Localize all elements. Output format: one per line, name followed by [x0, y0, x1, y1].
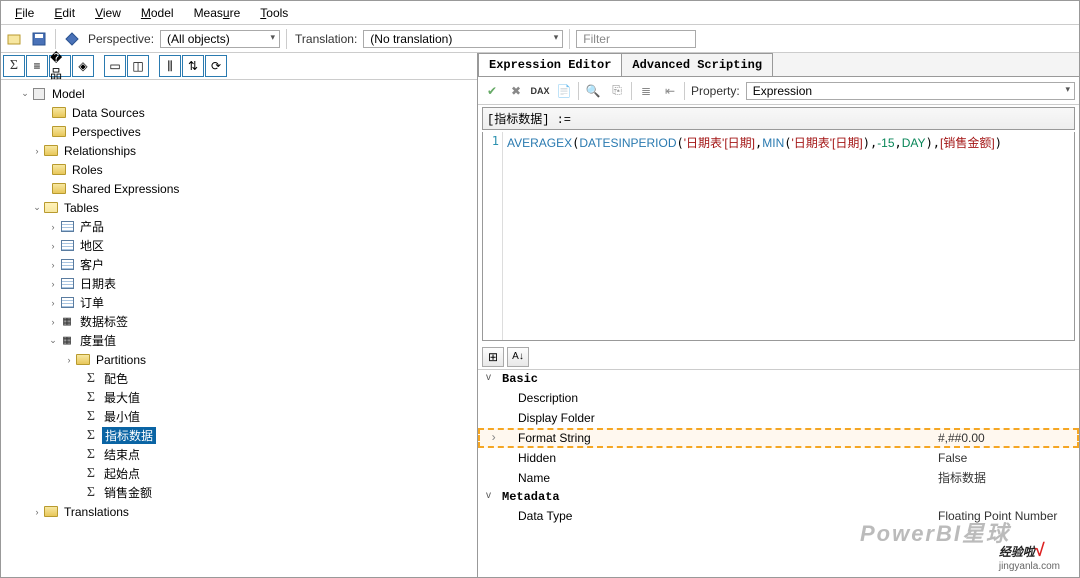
- editor-tabs: Expression Editor Advanced Scripting: [478, 53, 1079, 77]
- categorized-icon[interactable]: ⊞: [482, 347, 504, 367]
- separator: [55, 29, 56, 49]
- menu-tools[interactable]: Tools: [250, 4, 298, 22]
- dax-format-icon[interactable]: DAX: [530, 81, 550, 101]
- watermark-logo: 经验啦√ jingyanla.com: [999, 540, 1060, 572]
- filter1-icon[interactable]: ▭: [104, 55, 126, 77]
- prop-hidden[interactable]: HiddenFalse: [478, 448, 1079, 468]
- property-dropdown[interactable]: Expression: [746, 82, 1075, 100]
- tree-table-item[interactable]: ›客户: [3, 255, 475, 274]
- menu-model[interactable]: Model: [131, 4, 184, 22]
- filter-input[interactable]: Filter: [576, 30, 696, 48]
- model-explorer: Σ ≡ �品 ◈ ▭ ◫ ⫼ ⇅ ⟳ ⌄Model Data Sources P…: [1, 53, 478, 577]
- deploy-icon[interactable]: [62, 29, 82, 49]
- separator: [578, 82, 579, 100]
- list-view-icon[interactable]: ≡: [26, 55, 48, 77]
- tree-measure-item[interactable]: Σ配色: [3, 369, 475, 388]
- tab-expression-editor[interactable]: Expression Editor: [478, 53, 622, 76]
- tree-measure-item[interactable]: Σ最大值: [3, 388, 475, 407]
- property-grid-toolbar: ⊞ A↓: [478, 345, 1079, 370]
- main-toolbar: Perspective: (All objects) Translation: …: [1, 25, 1079, 53]
- property-label: Property:: [691, 84, 740, 98]
- prop-section-basic[interactable]: Basic: [478, 370, 1079, 388]
- tree-relationships[interactable]: ›Relationships: [3, 141, 475, 160]
- perspective-dropdown[interactable]: (All objects): [160, 30, 280, 48]
- tree-table-item[interactable]: ›日期表: [3, 274, 475, 293]
- filter2-icon[interactable]: ◫: [127, 55, 149, 77]
- accept-icon[interactable]: ✔: [482, 81, 502, 101]
- tree-roles[interactable]: Roles: [3, 160, 475, 179]
- prop-format-string[interactable]: Format String#,##0.00: [478, 428, 1079, 448]
- expression-name-bar: [指标数据] :=: [482, 107, 1075, 130]
- tree-tables[interactable]: ⌄Tables: [3, 198, 475, 217]
- find-icon[interactable]: 🔍: [583, 81, 603, 101]
- separator: [569, 29, 570, 49]
- editor-toolbar: ✔ ✖ DAX 📄 🔍 ⎘ ≣ ⇤ Property: Expression: [478, 77, 1079, 105]
- separator: [684, 82, 685, 100]
- line-gutter: 1: [483, 132, 503, 340]
- tree-table-item[interactable]: ›▦数据标签: [3, 312, 475, 331]
- tree-measure-selected[interactable]: Σ指标数据: [3, 426, 475, 445]
- prop-section-metadata[interactable]: Metadata: [478, 488, 1079, 506]
- menu-bar: File Edit View Model Measure Tools: [1, 1, 1079, 25]
- cancel-icon[interactable]: ✖: [506, 81, 526, 101]
- columns-icon[interactable]: ⫼: [159, 55, 181, 77]
- prop-description[interactable]: Description: [478, 388, 1079, 408]
- code-editor[interactable]: 1 AVERAGEX(DATESINPERIOD('日期表'[日期],MIN('…: [482, 132, 1075, 341]
- tree-perspectives[interactable]: Perspectives: [3, 122, 475, 141]
- prop-display-folder[interactable]: Display Folder: [478, 408, 1079, 428]
- menu-measure[interactable]: Measure: [184, 4, 251, 22]
- tree-table-item[interactable]: ›订单: [3, 293, 475, 312]
- tree-measure-table[interactable]: ⌄▦度量值: [3, 331, 475, 350]
- sort-icon[interactable]: ⇅: [182, 55, 204, 77]
- menu-file[interactable]: File: [5, 4, 44, 22]
- watermark-text: PowerBI星球: [860, 516, 1010, 548]
- right-panel: Expression Editor Advanced Scripting ✔ ✖…: [478, 53, 1079, 577]
- perspective-label: Perspective:: [88, 32, 154, 46]
- tree-translations[interactable]: ›Translations: [3, 502, 475, 521]
- separator: [631, 82, 632, 100]
- tree-model-root[interactable]: ⌄Model: [3, 84, 475, 103]
- tree-shared-expressions[interactable]: Shared Expressions: [3, 179, 475, 198]
- tree-measure-item[interactable]: Σ销售金额: [3, 483, 475, 502]
- tree-table-item[interactable]: ›产品: [3, 217, 475, 236]
- prop-name[interactable]: Name指标数据: [478, 468, 1079, 488]
- translation-label: Translation:: [295, 32, 357, 46]
- tree-table-item[interactable]: ›地区: [3, 236, 475, 255]
- menu-edit[interactable]: Edit: [44, 4, 85, 22]
- refresh-icon[interactable]: ⟳: [205, 55, 227, 77]
- tree-view-icon[interactable]: �品: [49, 55, 71, 77]
- translation-dropdown[interactable]: (No translation): [363, 30, 563, 48]
- menu-view[interactable]: View: [85, 4, 131, 22]
- replace-icon[interactable]: ⎘: [607, 81, 627, 101]
- tree-measure-item[interactable]: Σ结束点: [3, 445, 475, 464]
- model-tree[interactable]: ⌄Model Data Sources Perspectives ›Relati…: [1, 80, 477, 577]
- script-icon[interactable]: 📄: [554, 81, 574, 101]
- tree-data-sources[interactable]: Data Sources: [3, 103, 475, 122]
- outdent-icon[interactable]: ⇤: [660, 81, 680, 101]
- indent-icon[interactable]: ≣: [636, 81, 656, 101]
- tab-advanced-scripting[interactable]: Advanced Scripting: [621, 53, 773, 76]
- code-content[interactable]: AVERAGEX(DATESINPERIOD('日期表'[日期],MIN('日期…: [503, 132, 1006, 340]
- separator: [286, 29, 287, 49]
- tree-partitions[interactable]: ›Partitions: [3, 350, 475, 369]
- sigma-view-icon[interactable]: Σ: [3, 55, 25, 77]
- explorer-toolbar: Σ ≡ �品 ◈ ▭ ◫ ⫼ ⇅ ⟳: [1, 53, 477, 80]
- save-icon[interactable]: [29, 29, 49, 49]
- open-icon[interactable]: [5, 29, 25, 49]
- tree-measure-item[interactable]: Σ起始点: [3, 464, 475, 483]
- tree-measure-item[interactable]: Σ最小值: [3, 407, 475, 426]
- cube-view-icon[interactable]: ◈: [72, 55, 94, 77]
- alphabetical-icon[interactable]: A↓: [507, 347, 529, 367]
